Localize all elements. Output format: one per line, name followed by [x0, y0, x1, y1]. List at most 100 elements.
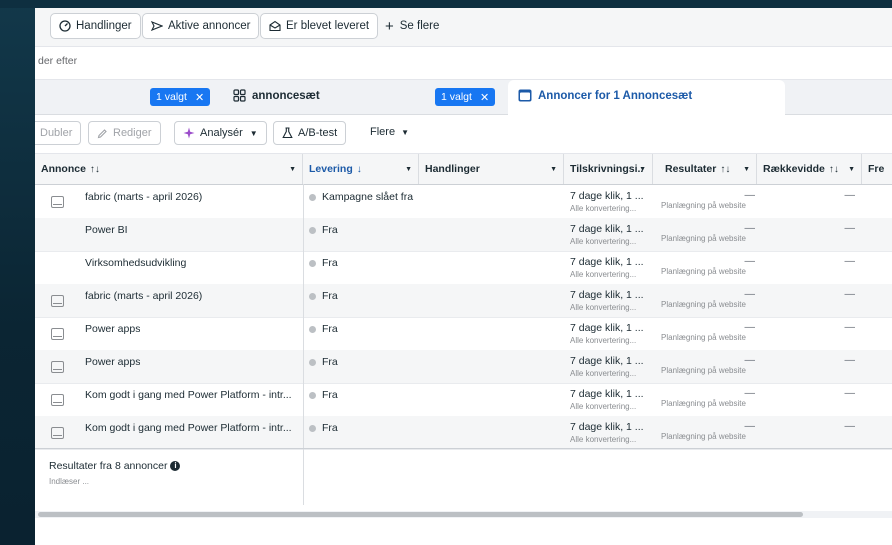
ad-name-link[interactable]: Power apps	[85, 323, 140, 335]
column-header-levering[interactable]: Levering ↓ ▼	[303, 154, 419, 184]
table-row[interactable]: Power apps Fra 7 dage klik, 1 ... Alle konv…	[35, 317, 892, 351]
column-header-annonce[interactable]: Annonce ↑↓ ▼	[35, 154, 303, 184]
results-value: —	[744, 387, 756, 399]
campaign-selection-count: 1 valgt	[156, 91, 187, 103]
results-type: Planlægning på website	[661, 333, 746, 342]
results-type: Planlægning på website	[661, 201, 746, 210]
ad-name-link[interactable]: Power BI	[85, 224, 128, 236]
results-value: —	[744, 321, 756, 333]
aktive-annoncer-label: Aktive annoncer	[168, 20, 251, 32]
results-type: Planlægning på website	[661, 366, 746, 375]
reach-value: —	[844, 222, 856, 234]
attribution-subtext: Alle konvertering...	[570, 435, 637, 444]
se-flere-label: Se flere	[399, 20, 440, 32]
attribution-setting: 7 dage klik, 1 ... Alle konvertering...	[570, 355, 644, 378]
ad-name-link[interactable]: fabric (marts - april 2026)	[85, 290, 202, 302]
loading-text: Indlæser ...	[49, 477, 90, 486]
status-dot-icon	[309, 193, 316, 201]
table-row[interactable]: Kom godt i gang med Power Platform - int…	[35, 416, 892, 450]
sort-icon[interactable]: ↑↓	[829, 164, 839, 175]
attribution-setting: 7 dage klik, 1 ... Alle konvertering...	[570, 223, 644, 246]
results-type: Planlægning på website	[661, 267, 746, 276]
attribution-subtext: Alle konvertering...	[570, 336, 637, 345]
results-cell: — Planlægning på website	[655, 288, 755, 309]
close-icon[interactable]: ✕	[195, 91, 204, 104]
ad-name-link[interactable]: Kom godt i gang med Power Platform - int…	[85, 422, 292, 434]
handlinger-filter-button[interactable]: Handlinger	[50, 13, 141, 39]
handlinger-filter-label: Handlinger	[76, 20, 132, 32]
more-actions-dropdown[interactable]: Flere ▼	[370, 126, 409, 138]
table-row[interactable]: fabric (marts - april 2026) Fra 7 dage kli…	[35, 284, 892, 318]
results-type: Planlægning på website	[661, 399, 746, 408]
reach-value: —	[844, 387, 856, 399]
chevron-down-icon[interactable]: ▼	[405, 166, 412, 173]
campaign-selection-badge[interactable]: 1 valgt ✕	[150, 88, 211, 106]
sort-icon[interactable]: ↑↓	[720, 164, 730, 175]
analyze-label: Analysér	[200, 127, 243, 139]
ab-test-label: A/B-test	[298, 127, 338, 139]
edit-label: Rediger	[113, 127, 152, 139]
table-row[interactable]: Power BI Fra 7 dage klik, 1 ... Alle konver…	[35, 218, 892, 252]
ad-preview-icon	[51, 394, 64, 406]
column-header-tilskrivning[interactable]: Tilskrivningsi.. ▼	[564, 154, 653, 184]
attribution-subtext: Alle konvertering...	[570, 204, 637, 213]
aktive-annoncer-button[interactable]: Aktive annoncer	[142, 13, 260, 39]
ad-name-link[interactable]: Kom godt i gang med Power Platform - int…	[85, 389, 292, 401]
edit-button[interactable]: Rediger	[88, 121, 161, 145]
results-value: —	[744, 189, 756, 201]
ab-test-button[interactable]: A/B-test	[273, 121, 347, 145]
column-header-frekvens[interactable]: Fre	[862, 154, 892, 184]
attribution-setting: 7 dage klik, 1 ... Alle konvertering...	[570, 289, 644, 312]
delivery-status-text: Fra	[322, 224, 338, 236]
table-header: Annonce ↑↓ ▼ Levering ↓ ▼ Handlinger ▼ T…	[35, 154, 892, 185]
tab-annoncesaet[interactable]: annoncesæt	[233, 89, 320, 102]
column-header-raekkevidde[interactable]: Rækkevidde ↑↓ ▼	[757, 154, 862, 184]
ad-name-link[interactable]: Virksomhedsudvikling	[85, 257, 186, 269]
send-icon	[151, 21, 163, 31]
horizontal-scrollbar[interactable]	[35, 511, 892, 518]
duplicate-label: Dubler	[40, 127, 73, 139]
results-cell: — Planlægning på website	[655, 420, 755, 441]
results-value: —	[744, 255, 756, 267]
er-blevet-leveret-button[interactable]: Er blevet leveret	[260, 13, 379, 39]
se-flere-button[interactable]: + Se flere	[385, 13, 439, 39]
tab-annoncer[interactable]: Annoncer for 1 Annoncesæt	[508, 80, 785, 115]
reach-value: —	[844, 354, 856, 366]
results-cell: — Planlægning på website	[655, 321, 755, 342]
sort-icon[interactable]: ↓	[357, 164, 362, 175]
chevron-down-icon[interactable]: ▼	[550, 166, 557, 173]
plus-icon: +	[385, 17, 394, 35]
table-row[interactable]: fabric (marts - april 2026) Kampagne slåe…	[35, 185, 892, 219]
table-row[interactable]: Virksomhedsudvikling Fra 7 dage klik, 1 ..…	[35, 251, 892, 285]
reach-value: —	[844, 321, 856, 333]
analyze-button[interactable]: Analysér ▼	[174, 121, 267, 145]
ad-name-link[interactable]: fabric (marts - april 2026)	[85, 191, 202, 203]
action-toolbar: Dubler Rediger Analysér ▼ A/B-test Flere…	[35, 115, 892, 154]
sort-icon[interactable]: ↑↓	[90, 164, 100, 175]
attribution-setting: 7 dage klik, 1 ... Alle konvertering...	[570, 421, 644, 444]
scrollbar-thumb[interactable]	[38, 512, 803, 517]
attribution-setting: 7 dage klik, 1 ... Alle konvertering...	[570, 256, 644, 279]
ad-name-link[interactable]: Power apps	[85, 356, 140, 368]
table-row[interactable]: Power apps Fra 7 dage klik, 1 ... Alle konv…	[35, 350, 892, 384]
duplicate-button[interactable]: Dubler	[35, 121, 82, 145]
attribution-text: 7 dage klik, 1 ...	[570, 322, 644, 334]
chevron-down-icon[interactable]: ▼	[743, 166, 750, 173]
close-icon[interactable]: ✕	[480, 91, 489, 104]
status-dot-icon	[309, 259, 316, 267]
adset-selection-badge[interactable]: 1 valgt ✕	[435, 88, 496, 106]
ad-preview-icon	[51, 328, 64, 340]
envelope-open-icon	[269, 20, 281, 32]
search-filter-row[interactable]: der efter	[35, 47, 892, 80]
column-header-handlinger[interactable]: Handlinger ▼	[419, 154, 564, 184]
info-icon[interactable]: i	[170, 461, 181, 471]
table-row[interactable]: Kom godt i gang med Power Platform - int…	[35, 383, 892, 417]
chevron-down-icon[interactable]: ▼	[848, 166, 855, 173]
ads-manager-window: Handlinger Aktive annoncer Er blevet lev…	[35, 8, 892, 545]
column-header-resultater[interactable]: Resultater ↑↓ ▼	[653, 154, 757, 184]
results-value: —	[744, 420, 756, 432]
reach-value: —	[844, 288, 856, 300]
chevron-down-icon[interactable]: ▼	[289, 166, 296, 173]
results-summary-title: Resultater fra 8 annoncer i	[49, 460, 181, 472]
chevron-down-icon[interactable]: ▼	[639, 166, 646, 173]
